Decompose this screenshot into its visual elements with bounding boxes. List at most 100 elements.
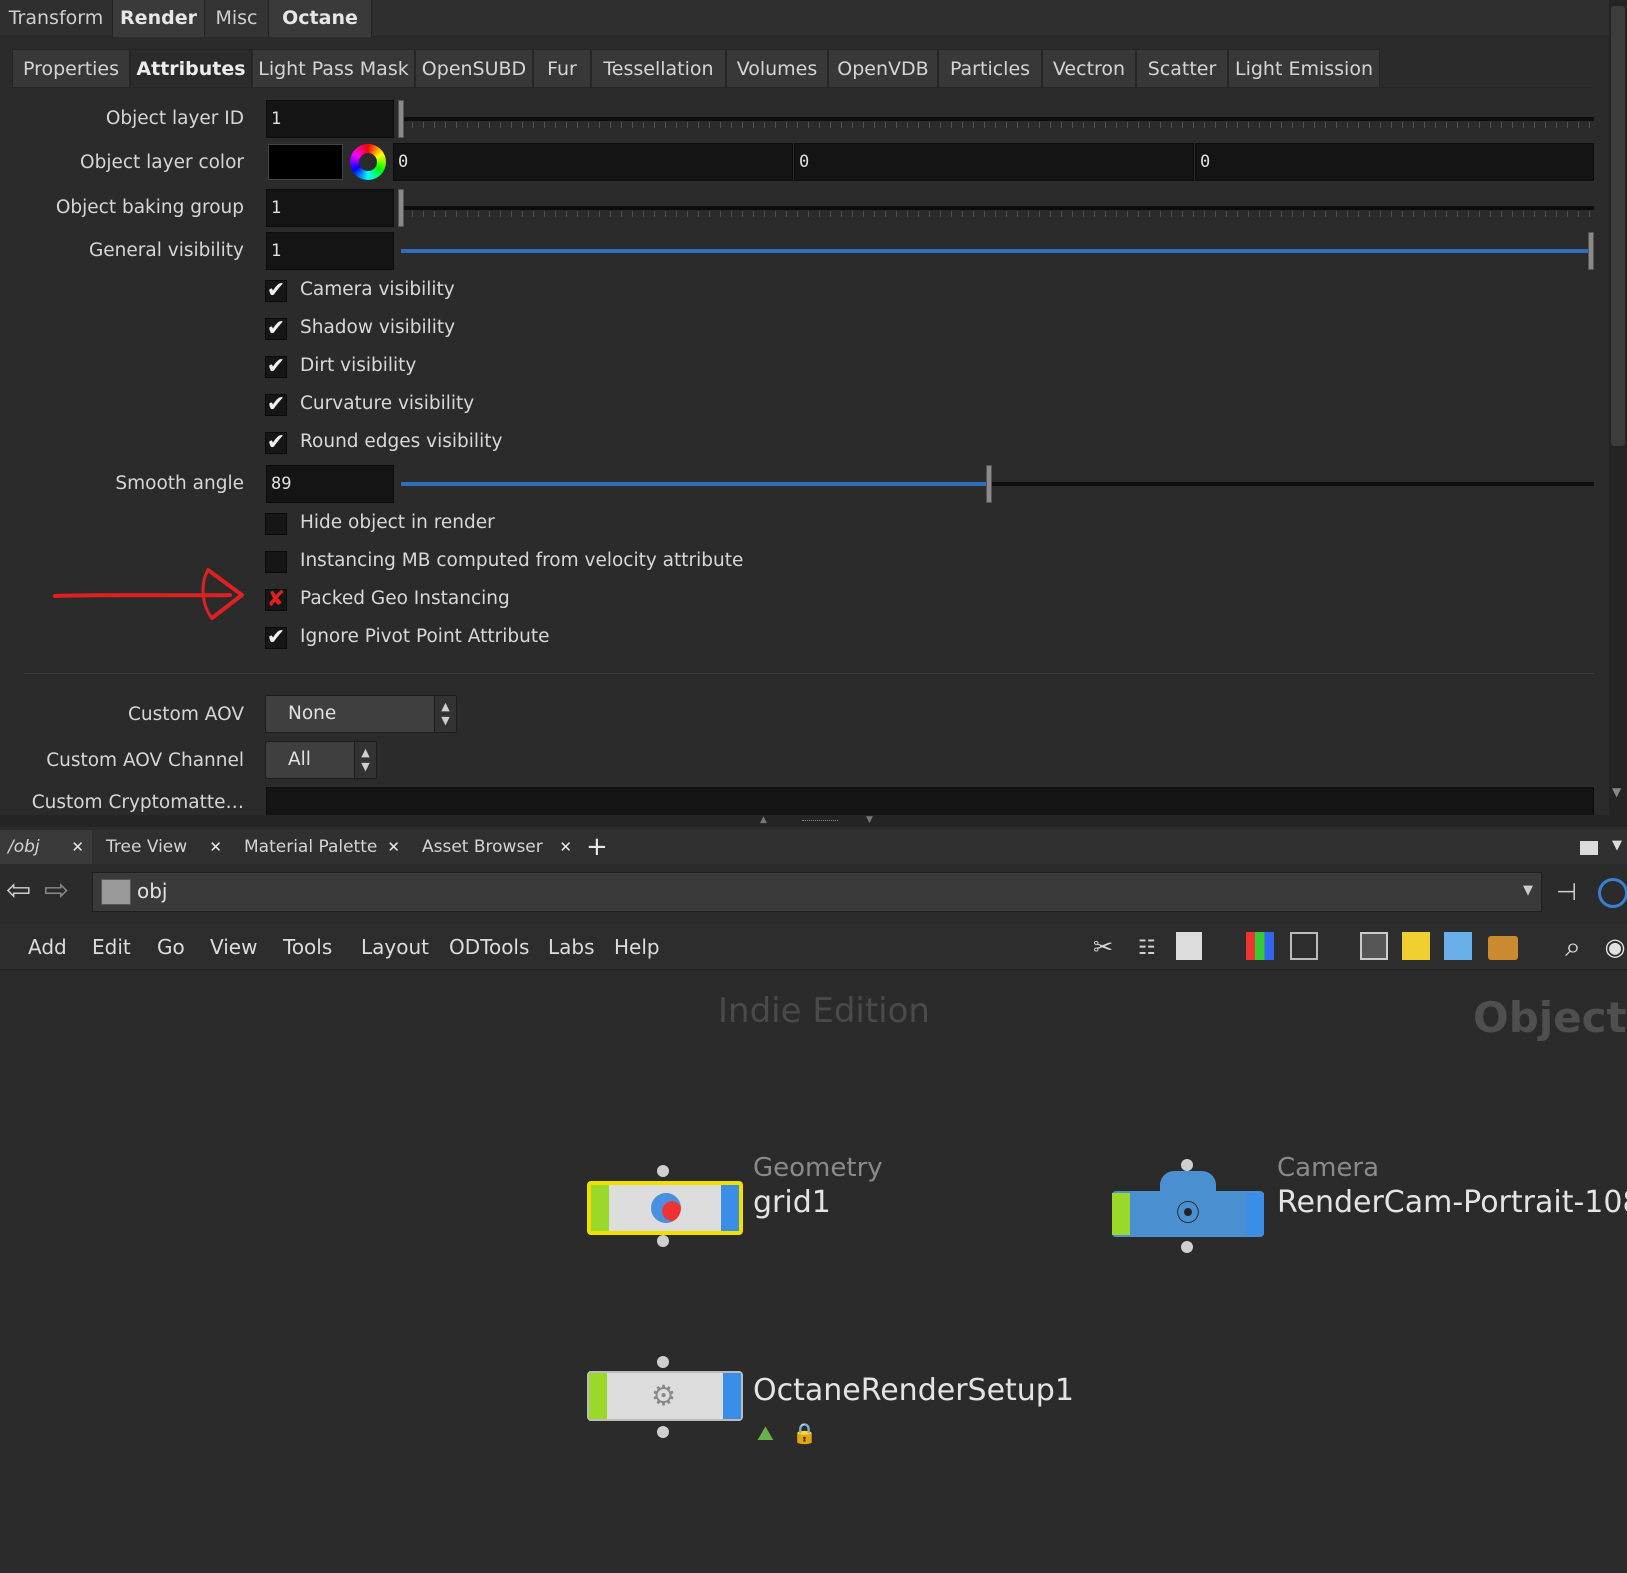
close-icon[interactable]: ✕ (387, 830, 400, 864)
search-icon[interactable]: ⌕ (1558, 932, 1588, 962)
menu-edit[interactable]: Edit (92, 924, 131, 970)
subtab-tessellation[interactable]: Tessellation (591, 49, 726, 87)
object-layer-id-field[interactable]: 1 (266, 100, 394, 138)
subtab-scatter[interactable]: Scatter (1136, 49, 1228, 87)
shadow-visibility-checkbox[interactable]: ✔ (265, 318, 287, 340)
color-g-field[interactable]: 0 (794, 143, 1194, 181)
node-render-flag[interactable] (1246, 1193, 1264, 1235)
camera-visibility-checkbox[interactable]: ✔ (265, 280, 287, 302)
sticky-note-icon[interactable] (1402, 932, 1430, 960)
ignore-pivot-point-checkbox[interactable]: ✔ (265, 627, 287, 649)
add-tab-icon[interactable]: + (586, 830, 608, 864)
menu-help[interactable]: Help (614, 924, 660, 970)
tab-transform[interactable]: Transform (0, 0, 113, 37)
menu-labs[interactable]: Labs (548, 924, 595, 970)
node-display-flag[interactable] (1112, 1193, 1130, 1235)
menu-layout[interactable]: Layout (361, 924, 429, 970)
network-editor[interactable]: Indie Edition Objects Geometry grid1 ⦿ C… (0, 971, 1627, 1573)
general-visibility-slider-handle[interactable] (1588, 232, 1594, 270)
custom-cryptomatte-field[interactable] (266, 787, 1594, 817)
pane-tab-material-palette[interactable]: Material Palette ✕ (236, 830, 408, 864)
object-baking-group-field[interactable]: 1 (266, 189, 394, 227)
node-output-dot[interactable] (657, 1426, 669, 1438)
camera-node-rendercam[interactable]: ⦿ (1112, 1191, 1264, 1237)
forward-arrow-icon[interactable]: ⇨ (44, 876, 69, 906)
subtab-opensubd[interactable]: OpenSUBD (415, 49, 533, 87)
pin-icon[interactable]: ⊣ (1556, 878, 1577, 906)
menu-go[interactable]: Go (157, 924, 185, 970)
node-output-dot[interactable] (657, 1235, 669, 1247)
custom-aov-channel-dropdown[interactable]: All ▲ ▼ (265, 741, 377, 779)
subtab-properties[interactable]: Properties (12, 49, 130, 87)
close-icon[interactable]: ✕ (209, 830, 222, 864)
color-r-field[interactable]: 0 (393, 143, 793, 181)
maximize-pane-icon[interactable] (1580, 841, 1598, 855)
network-box-icon[interactable] (1360, 932, 1388, 960)
node-display-flag[interactable] (591, 1185, 609, 1231)
pane-menu-arrow-icon[interactable]: ▼ (1612, 838, 1622, 853)
color-wheel-icon[interactable] (350, 144, 386, 180)
color-swatch[interactable] (268, 144, 343, 180)
params-scrollbar-thumb[interactable] (1611, 6, 1625, 446)
subtab-volumes[interactable]: Volumes (726, 49, 828, 87)
close-icon[interactable]: ✕ (559, 830, 572, 864)
node-render-flag[interactable] (723, 1373, 741, 1419)
subtab-particles[interactable]: Particles (938, 49, 1042, 87)
color-palette-icon[interactable] (1246, 932, 1274, 960)
subnet-node-octanerendersetup1[interactable]: ⚙ (587, 1371, 743, 1421)
eye-icon[interactable]: ◉ (1600, 932, 1627, 962)
curvature-visibility-checkbox[interactable]: ✔ (265, 394, 287, 416)
menu-view[interactable]: View (210, 924, 257, 970)
tab-render[interactable]: Render (113, 0, 205, 37)
grid-snap-icon[interactable] (1290, 932, 1318, 960)
list-view-icon[interactable] (1176, 932, 1202, 960)
tree-layout-icon[interactable]: ☷ (1132, 932, 1162, 962)
pane-tab-obj[interactable]: /obj ✕ (0, 830, 92, 864)
subtab-vectron[interactable]: Vectron (1042, 49, 1136, 87)
back-arrow-icon[interactable]: ⇦ (6, 876, 31, 906)
background-image-icon[interactable] (1444, 932, 1472, 960)
node-input-dot[interactable] (1181, 1159, 1193, 1171)
params-scrollbar[interactable]: ▼ (1609, 0, 1627, 815)
close-icon[interactable]: ✕ (71, 830, 84, 864)
object-layer-id-slider-handle[interactable] (398, 100, 404, 138)
object-baking-group-slider-track[interactable] (401, 206, 1594, 210)
pane-tab-asset-browser[interactable]: Asset Browser ✕ (414, 830, 580, 864)
subtab-attributes[interactable]: Attributes (130, 49, 252, 87)
node-display-flag[interactable] (589, 1373, 607, 1419)
smooth-angle-field[interactable]: 89 (266, 465, 394, 503)
subtab-light-pass-mask[interactable]: Light Pass Mask (252, 49, 415, 87)
round-edges-visibility-checkbox[interactable]: ✔ (265, 432, 287, 454)
hide-object-in-render-checkbox[interactable] (265, 513, 287, 535)
subtab-fur[interactable]: Fur (533, 49, 591, 87)
menu-odtools[interactable]: ODTools (449, 924, 529, 970)
custom-aov-dropdown[interactable]: None ▲ ▼ (265, 695, 457, 733)
packed-geo-instancing-checkbox[interactable]: ✘ (265, 589, 287, 611)
link-pane-icon[interactable] (1598, 878, 1627, 908)
scroll-down-icon[interactable]: ▼ (1612, 785, 1621, 799)
instancing-mb-velocity-checkbox[interactable] (265, 551, 287, 573)
subtab-light-emission[interactable]: Light Emission (1228, 49, 1380, 87)
asset-box-icon[interactable] (1488, 936, 1518, 960)
path-field[interactable]: obj ▼ (92, 872, 1542, 912)
tab-octane[interactable]: Octane (269, 0, 372, 37)
tools-wrench-icon[interactable]: ✂ (1088, 932, 1118, 962)
geometry-node-grid1[interactable] (587, 1181, 743, 1235)
dirt-visibility-checkbox[interactable]: ✔ (265, 356, 287, 378)
pane-splitter[interactable]: ▲ ▼ (0, 815, 1627, 827)
menu-tools[interactable]: Tools (283, 924, 332, 970)
smooth-angle-slider-handle[interactable] (985, 465, 992, 503)
tab-misc[interactable]: Misc (205, 0, 269, 37)
node-render-flag[interactable] (721, 1185, 739, 1231)
object-baking-group-slider-handle[interactable] (398, 189, 404, 227)
node-output-dot[interactable] (1181, 1241, 1193, 1253)
node-input-dot[interactable] (657, 1356, 669, 1368)
menu-add[interactable]: Add (28, 924, 67, 970)
object-layer-id-slider-track[interactable] (401, 117, 1594, 121)
node-input-dot[interactable] (657, 1165, 669, 1177)
subtab-openvdb[interactable]: OpenVDB (828, 49, 938, 87)
general-visibility-field[interactable]: 1 (266, 232, 394, 270)
color-b-field[interactable]: 0 (1195, 143, 1594, 181)
pane-tab-tree-view[interactable]: Tree View ✕ (98, 830, 230, 864)
path-dropdown-icon[interactable]: ▼ (1523, 883, 1533, 898)
